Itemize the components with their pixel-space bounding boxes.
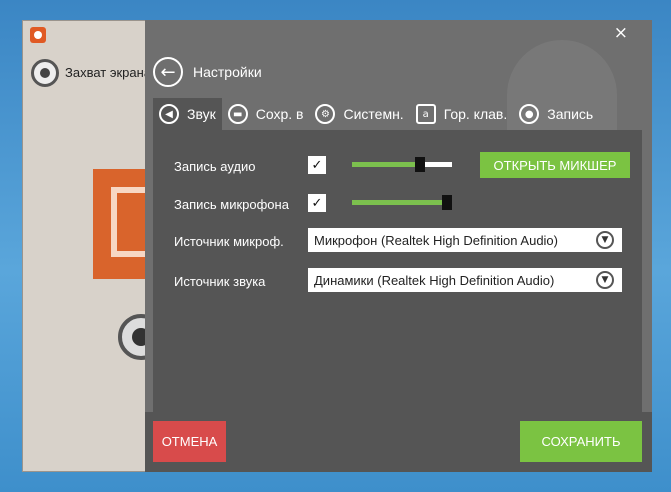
- folder-icon: ▬: [227, 104, 248, 124]
- tab-label: Звук: [187, 106, 216, 122]
- tab-hotkeys[interactable]: a Гор. клав.: [410, 98, 514, 130]
- record-icon: ●: [519, 104, 540, 124]
- mic-source-label: Источник микроф.: [174, 234, 284, 249]
- audio-volume-thumb[interactable]: [415, 157, 425, 172]
- mic-source-select[interactable]: Микрофон (Realtek High Definition Audio)…: [308, 228, 622, 252]
- tab-sound[interactable]: ◀ Звук: [153, 98, 222, 130]
- mic-volume-fill: [352, 200, 447, 205]
- sound-source-select[interactable]: Динамики (Realtek High Definition Audio)…: [308, 268, 622, 292]
- audio-volume-slider[interactable]: [352, 157, 452, 172]
- settings-header: ← Настройки: [153, 57, 262, 87]
- capture-screen-radio[interactable]: [31, 59, 59, 87]
- mic-volume-slider[interactable]: [352, 195, 452, 210]
- tab-label: Системн.: [343, 106, 404, 122]
- record-audio-label: Запись аудио: [174, 159, 256, 174]
- record-audio-checkbox[interactable]: ✓: [308, 156, 326, 174]
- audio-volume-fill: [352, 162, 420, 167]
- record-mic-checkbox[interactable]: ✓: [308, 194, 326, 212]
- tab-system[interactable]: ⚙ Системн.: [309, 98, 409, 130]
- cancel-button[interactable]: ОТМЕНА: [153, 421, 226, 462]
- gears-icon: ⚙: [315, 104, 336, 124]
- chevron-down-icon: ▼: [596, 231, 614, 249]
- checkmark-icon: ✓: [311, 157, 323, 173]
- tab-save-to[interactable]: ▬ Сохр. в: [222, 98, 310, 130]
- tab-label: Запись: [547, 106, 594, 122]
- capture-screen-label: Захват экрана: [65, 65, 152, 80]
- app-logo-icon: [30, 27, 46, 43]
- sound-source-label: Источник звука: [174, 274, 266, 289]
- sound-source-value: Динамики (Realtek High Definition Audio): [314, 272, 555, 288]
- speaker-icon: ◀: [159, 104, 179, 124]
- settings-panel: × ← Настройки ◀ Звук ▬ Сохр. в ⚙ Системн…: [145, 20, 652, 472]
- tab-record[interactable]: ● Запись: [513, 98, 599, 130]
- mic-source-value: Микрофон (Realtek High Definition Audio): [314, 232, 558, 248]
- record-mic-label: Запись микрофона: [174, 197, 289, 212]
- open-mixer-button[interactable]: ОТКРЫТЬ МИКШЕР: [480, 152, 630, 178]
- save-button[interactable]: СОХРАНИТЬ: [520, 421, 642, 462]
- settings-tabs: ◀ Звук ▬ Сохр. в ⚙ Системн. a Гор. клав.…: [153, 98, 599, 130]
- settings-footer: ОТМЕНА СОХРАНИТЬ: [145, 412, 652, 472]
- checkmark-icon: ✓: [311, 195, 323, 211]
- back-arrow-icon[interactable]: ←: [153, 57, 183, 87]
- mic-volume-thumb[interactable]: [442, 195, 452, 210]
- tab-label: Гор. клав.: [443, 106, 508, 122]
- close-icon[interactable]: ×: [614, 23, 628, 43]
- chevron-down-icon: ▼: [596, 271, 614, 289]
- page-title: Настройки: [193, 64, 262, 80]
- keyboard-icon: a: [415, 104, 436, 124]
- sound-settings-content: Запись аудио ✓ ОТКРЫТЬ МИКШЕР Запись мик…: [153, 130, 642, 412]
- tab-label: Сохр. в: [255, 106, 304, 122]
